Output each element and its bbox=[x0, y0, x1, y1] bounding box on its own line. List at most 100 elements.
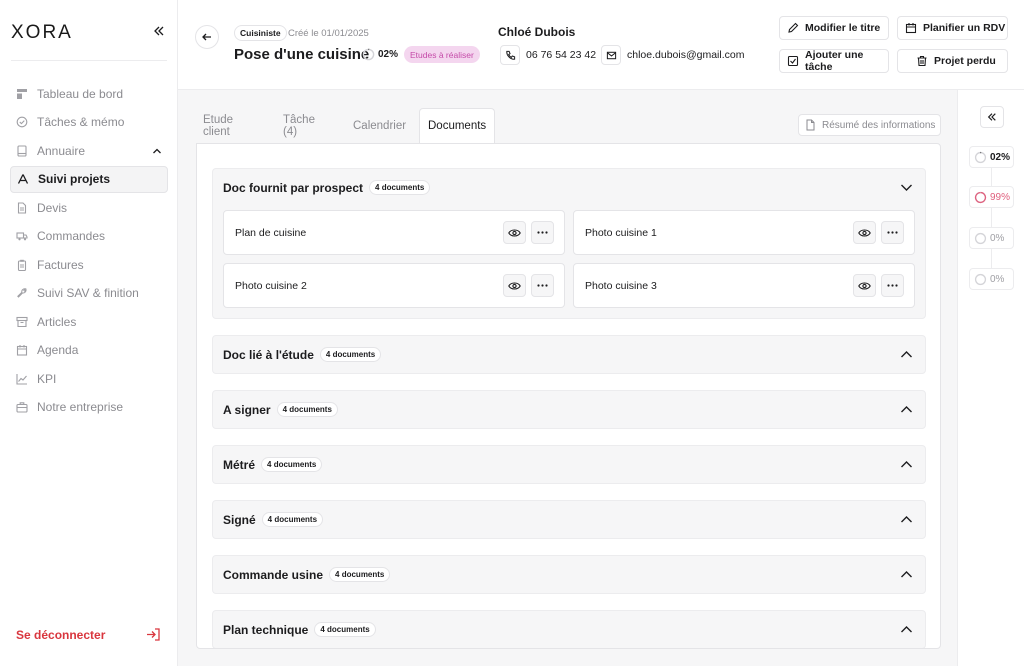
edit-title-button[interactable]: Modifier le titre bbox=[779, 16, 889, 40]
rail-progress-label: 0% bbox=[990, 273, 1005, 285]
schedule-label: Planifier un RDV bbox=[923, 22, 1006, 34]
chevron-up-icon[interactable] bbox=[900, 623, 913, 639]
sidebar-item-suivi-projets[interactable]: Suivi projets bbox=[10, 165, 168, 193]
document-menu-button[interactable] bbox=[531, 221, 554, 244]
phone-icon[interactable] bbox=[500, 45, 520, 65]
sidebar-item-label: Suivi projets bbox=[38, 172, 111, 186]
chevron-up-icon[interactable] bbox=[152, 145, 162, 159]
document-section: Plan technique 4 documents bbox=[212, 610, 926, 648]
arrow-left-icon bbox=[202, 33, 211, 41]
rail-progress-item[interactable]: 0% bbox=[969, 227, 1014, 249]
document-section: Métré 4 documents bbox=[212, 445, 926, 484]
chevron-up-icon[interactable] bbox=[900, 458, 913, 474]
section-title: Plan technique bbox=[223, 622, 309, 637]
chart-line-icon bbox=[16, 373, 28, 385]
schedule-button[interactable]: Planifier un RDV bbox=[897, 16, 1008, 40]
chevron-up-icon[interactable] bbox=[900, 348, 913, 364]
more-dots-icon bbox=[887, 231, 898, 234]
view-document-button[interactable] bbox=[503, 221, 526, 244]
chevron-up-icon[interactable] bbox=[900, 403, 913, 419]
mail-icon[interactable] bbox=[601, 45, 621, 65]
section-header[interactable]: Signé 4 documents bbox=[223, 501, 324, 538]
project-title: Pose d'une cuisine bbox=[234, 46, 370, 63]
progress-ring-icon bbox=[974, 191, 987, 204]
sidebar-item-label: Notre entreprise bbox=[37, 400, 124, 414]
section-header[interactable]: Plan technique 4 documents bbox=[223, 611, 376, 648]
rail-progress-item[interactable]: 02% bbox=[969, 146, 1014, 168]
section-header[interactable]: Doc lié à l'étude 4 documents bbox=[223, 336, 382, 373]
view-document-button[interactable] bbox=[853, 274, 876, 297]
collapse-rail-button[interactable] bbox=[980, 106, 1004, 128]
rail-progress-label: 99% bbox=[990, 191, 1011, 203]
sidebar-item-notre-entreprise[interactable]: Notre entreprise bbox=[10, 394, 168, 421]
rail-progress-item[interactable]: 99% bbox=[969, 186, 1014, 208]
section-title: Doc fournit par prospect bbox=[223, 180, 364, 195]
sidebar-item-commandes[interactable]: Commandes bbox=[10, 223, 168, 250]
progress-ring-icon bbox=[974, 151, 987, 164]
trash-icon bbox=[916, 55, 928, 67]
sidebar-item-agenda[interactable]: Agenda bbox=[10, 337, 168, 364]
document-menu-button[interactable] bbox=[881, 274, 904, 297]
edit-title-label: Modifier le titre bbox=[805, 22, 881, 34]
sidebar-item-label: Tableau de bord bbox=[37, 86, 124, 101]
tab-calendrier[interactable]: Calendrier bbox=[353, 108, 406, 143]
sidebar: XORA Tableau de bord Tâches & mémo Annuair… bbox=[0, 0, 178, 666]
tab-taches[interactable]: Tâche (4) bbox=[283, 108, 315, 143]
dashboard-icon bbox=[16, 88, 28, 100]
section-title: A signer bbox=[223, 402, 271, 417]
sidebar-item-label: Articles bbox=[37, 314, 77, 329]
back-button[interactable] bbox=[195, 25, 219, 49]
summary-button[interactable]: Résumé des informations bbox=[798, 114, 941, 136]
rail-progress-item[interactable]: 0% bbox=[969, 268, 1014, 290]
document-card: Photo cuisine 2 bbox=[223, 263, 565, 308]
progress-ring-icon bbox=[974, 232, 987, 245]
sidebar-item-tableau-de-bord[interactable]: Tableau de bord bbox=[10, 80, 168, 107]
document-section: Doc fournit par prospect 4 documents Pla… bbox=[212, 168, 926, 319]
chevron-down-icon[interactable] bbox=[900, 181, 913, 197]
logout-icon[interactable] bbox=[146, 627, 161, 645]
tab-documents[interactable]: Documents bbox=[419, 108, 496, 143]
more-dots-icon bbox=[537, 284, 548, 287]
document-menu-button[interactable] bbox=[531, 274, 554, 297]
progress-value: 02% bbox=[378, 49, 399, 60]
document-section: Signé 4 documents bbox=[212, 500, 926, 539]
wrench-icon bbox=[16, 287, 28, 299]
sidebar-item-kpi[interactable]: KPI bbox=[10, 365, 168, 392]
rail-connector bbox=[991, 160, 992, 280]
sidebar-item-label: Devis bbox=[37, 200, 68, 215]
sidebar-item-label: Commandes bbox=[37, 229, 106, 243]
add-task-button[interactable]: Ajouter une tâche bbox=[779, 49, 889, 73]
sidebar-divider bbox=[11, 60, 167, 61]
project-lost-button[interactable]: Projet perdu bbox=[897, 49, 1008, 73]
collapse-sidebar-button[interactable] bbox=[150, 23, 168, 39]
document-menu-button[interactable] bbox=[881, 221, 904, 244]
eye-icon bbox=[858, 281, 871, 291]
view-document-button[interactable] bbox=[503, 274, 526, 297]
section-header[interactable]: Métré 4 documents bbox=[223, 446, 323, 483]
section-header[interactable]: A signer 4 documents bbox=[223, 391, 338, 428]
chevron-up-icon[interactable] bbox=[900, 513, 913, 529]
section-header[interactable]: Commande usine 4 documents bbox=[223, 556, 391, 593]
sidebar-item-label: Factures bbox=[37, 257, 84, 272]
chevron-up-icon[interactable] bbox=[900, 568, 913, 584]
check-circle-icon bbox=[16, 116, 28, 128]
document-section: Commande usine 4 documents bbox=[212, 555, 926, 594]
calendar-icon bbox=[16, 344, 28, 356]
document-section: Doc lié à l'étude 4 documents bbox=[212, 335, 926, 374]
sidebar-item-devis[interactable]: Devis bbox=[10, 194, 168, 221]
sidebar-item-factures[interactable]: Factures bbox=[10, 251, 168, 278]
add-task-label: Ajouter une tâche bbox=[805, 49, 864, 73]
view-document-button[interactable] bbox=[853, 221, 876, 244]
logout-link[interactable]: Se déconnecter bbox=[16, 628, 105, 642]
sidebar-item-articles[interactable]: Articles bbox=[10, 308, 168, 335]
sidebar-item-t-ches-m-mo[interactable]: Tâches & mémo bbox=[10, 109, 168, 136]
section-header[interactable]: Doc fournit par prospect 4 documents bbox=[223, 169, 431, 206]
sidebar-item-label: Annuaire bbox=[37, 143, 86, 158]
checkbox-icon bbox=[787, 55, 799, 67]
sidebar-item-annuaire[interactable]: Annuaire bbox=[10, 137, 168, 164]
tab-etude-client[interactable]: Etude client bbox=[203, 108, 233, 143]
app-logo: XORA bbox=[11, 22, 73, 43]
book-icon bbox=[16, 144, 28, 157]
sidebar-item-suivi-sav-finition[interactable]: Suivi SAV & finition bbox=[10, 280, 168, 307]
sidebar-nav: Tableau de bord Tâches & mémo Annuaire Suiv… bbox=[10, 80, 168, 422]
